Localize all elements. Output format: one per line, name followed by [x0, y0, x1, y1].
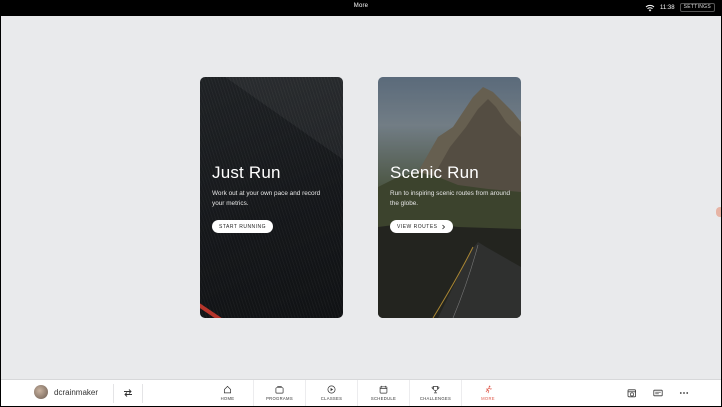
- screen-title: More: [353, 3, 369, 9]
- home-icon: [223, 385, 232, 394]
- tab-classes[interactable]: CLASSES: [306, 380, 358, 406]
- button-label: START RUNNING: [219, 223, 267, 230]
- tab-programs[interactable]: PROGRAMS: [254, 380, 306, 406]
- nav-tabs: HOME PROGRAMS CLASSES SCHEDULE CHALLENGE…: [202, 380, 514, 406]
- tab-label: CHALLENGES: [419, 396, 452, 401]
- avatar: [34, 385, 48, 399]
- card-content: Just Run Work out at your own pace and r…: [212, 163, 333, 233]
- tab-label: MORE: [481, 396, 495, 401]
- user-profile[interactable]: dcrainmaker: [34, 385, 98, 399]
- trophy-icon: [431, 385, 440, 394]
- card-icon[interactable]: [653, 388, 663, 398]
- calendar-clock-icon[interactable]: [627, 388, 637, 398]
- divider: [113, 384, 114, 403]
- bottom-nav: dcrainmaker HOME PROGRAMS CLASSES SCHEDU…: [1, 379, 721, 406]
- view-routes-button[interactable]: VIEW ROUTES: [390, 220, 453, 233]
- swap-icon[interactable]: [123, 388, 133, 398]
- runner-icon: [485, 385, 492, 394]
- username: dcrainmaker: [54, 387, 99, 397]
- scenic-run-card[interactable]: Scenic Run Run to inspiring scenic route…: [378, 77, 521, 318]
- tab-label: CLASSES: [320, 396, 343, 401]
- wifi-icon: [645, 4, 655, 11]
- start-running-button[interactable]: START RUNNING: [212, 220, 274, 233]
- tab-label: SCHEDULE: [370, 396, 397, 401]
- tab-home[interactable]: HOME: [202, 380, 254, 406]
- tab-more[interactable]: MORE: [462, 380, 514, 406]
- card-description: Run to inspiring scenic routes from arou…: [390, 190, 511, 207]
- card-title: Scenic Run: [390, 163, 479, 182]
- more-icon[interactable]: [679, 388, 689, 398]
- card-title: Just Run: [212, 163, 281, 182]
- calendar-icon: [379, 385, 388, 394]
- status-right: 11:38 SETTINGS: [645, 3, 715, 12]
- status-bar: More 11:38 SETTINGS: [1, 1, 721, 16]
- clock: 11:38: [660, 4, 675, 11]
- tab-label: HOME: [220, 396, 235, 401]
- button-label: VIEW ROUTES: [397, 223, 438, 230]
- chevron-right-icon: [441, 224, 445, 229]
- just-run-card[interactable]: Just Run Work out at your own pace and r…: [200, 77, 343, 318]
- card-content: Scenic Run Run to inspiring scenic route…: [390, 163, 511, 233]
- card-description: Work out at your own pace and record you…: [212, 190, 321, 207]
- right-icons: [627, 388, 689, 398]
- play-icon: [327, 385, 336, 394]
- divider: [142, 384, 143, 403]
- app-screen: More 11:38 SETTINGS Just Run Work out at…: [1, 1, 721, 406]
- programs-icon: [275, 386, 284, 394]
- tab-challenges[interactable]: CHALLENGES: [410, 380, 462, 406]
- tab-schedule[interactable]: SCHEDULE: [358, 380, 410, 406]
- side-handle[interactable]: [716, 207, 721, 217]
- settings-button[interactable]: SETTINGS: [679, 3, 715, 12]
- tab-label: PROGRAMS: [266, 396, 293, 401]
